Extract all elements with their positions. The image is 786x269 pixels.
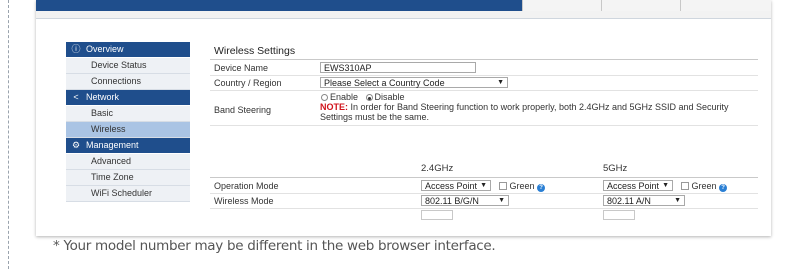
sidebar-item-connections[interactable]: Connections (66, 74, 190, 90)
sidebar-item-advanced[interactable]: Advanced (66, 154, 190, 170)
wireless-mode-24-cell: 802.11 B/G/N ▼ (421, 195, 509, 206)
next-row-partial (210, 209, 758, 223)
country-row: Country / Region Please Select a Country… (210, 76, 758, 91)
info-icon: ⓘ (71, 44, 81, 54)
green-5-label: Green (691, 181, 717, 191)
green-5-checkbox[interactable] (680, 182, 689, 190)
operation-mode-24-value: Access Point (425, 181, 478, 191)
note-text-line1: In order for Band Steering function to w… (348, 102, 729, 112)
enable-label: Enable (330, 92, 359, 102)
title-divider (210, 59, 758, 60)
green-24-checkbox[interactable] (498, 182, 507, 190)
wireless-mode-24-value: 802.11 B/G/N (425, 196, 479, 206)
column-header-5ghz: 5GHz (603, 163, 628, 174)
device-name-input[interactable]: EWS310AP (320, 62, 476, 73)
sidebar: ⓘ Overview Device Status Connections < N… (66, 42, 190, 202)
sidebar-section-network[interactable]: < Network (66, 90, 190, 106)
share-icon: < (73, 92, 79, 102)
table-divider (210, 177, 758, 178)
top-tab-3[interactable] (680, 0, 771, 11)
sidebar-section-label: Network (86, 92, 120, 102)
sidebar-item-basic[interactable]: Basic (66, 106, 190, 122)
operation-mode-row: Operation Mode Access Point ▼ Green ? Ac… (210, 179, 758, 194)
country-value-cell: Please Select a Country Code ▼ (320, 77, 508, 88)
device-name-row: Device Name EWS310AP (210, 61, 758, 76)
chevron-down-icon: ▼ (498, 197, 505, 204)
sidebar-item-time-zone[interactable]: Time Zone (66, 170, 190, 186)
band-steering-row: Band Steering Enable Disable NOTE: In or… (210, 91, 758, 126)
device-name-value-cell: EWS310AP (320, 62, 476, 73)
enable-option[interactable]: Enable (321, 92, 361, 102)
wireless-mode-row: Wireless Mode 802.11 B/G/N ▼ 802.11 A/N … (210, 194, 758, 209)
sidebar-section-management[interactable]: ⚙ Management (66, 138, 190, 154)
chevron-down-icon: ▼ (662, 182, 669, 189)
main-panel: ⓘ Overview Device Status Connections < N… (36, 19, 771, 236)
sidebar-item-wifi-scheduler[interactable]: WiFi Scheduler (66, 186, 190, 202)
partial-field-24[interactable] (421, 210, 453, 220)
wireless-mode-label: Wireless Mode (214, 196, 274, 206)
note-text-line2: Settings must be the same. (320, 112, 430, 122)
sidebar-item-wireless[interactable]: Wireless (66, 122, 190, 138)
column-header-24ghz: 2.4GHz (421, 163, 454, 174)
operation-mode-24-select[interactable]: Access Point ▼ (421, 180, 491, 191)
wireless-mode-5-select[interactable]: 802.11 A/N ▼ (603, 195, 685, 206)
top-navigation-bar (36, 0, 771, 11)
wireless-mode-5-value: 802.11 A/N (607, 196, 651, 206)
top-tab-2[interactable] (601, 0, 681, 11)
note-label: NOTE: (320, 102, 348, 112)
operation-mode-5-select[interactable]: Access Point ▼ (603, 180, 673, 191)
sidebar-section-overview[interactable]: ⓘ Overview (66, 42, 190, 58)
help-icon[interactable]: ? (719, 184, 728, 192)
help-icon[interactable]: ? (537, 184, 546, 192)
band-steering-label: Band Steering (214, 105, 272, 115)
device-name-label: Device Name (214, 63, 269, 73)
country-select-value: Please Select a Country Code (324, 78, 445, 88)
chevron-down-icon: ▼ (674, 197, 681, 204)
footnote: * Your model number may be different in … (53, 238, 496, 254)
chevron-down-icon: ▼ (497, 79, 504, 86)
disable-option[interactable]: Disable (365, 92, 405, 102)
chevron-down-icon: ▼ (480, 182, 487, 189)
sidebar-section-label: Management (86, 140, 139, 150)
disable-label: Disable (374, 92, 405, 102)
wireless-mode-5-cell: 802.11 A/N ▼ (603, 195, 685, 206)
page-title: Wireless Settings (214, 45, 296, 57)
green-24-label: Green (509, 181, 535, 191)
operation-mode-24-cell: Access Point ▼ Green ? (421, 180, 546, 192)
country-select[interactable]: Please Select a Country Code ▼ (320, 77, 508, 88)
web-interface-screenshot: ⓘ Overview Device Status Connections < N… (36, 0, 771, 236)
settings-content: Wireless Settings Device Name EWS310AP C… (210, 19, 766, 236)
operation-mode-5-cell: Access Point ▼ Green ? (603, 180, 728, 192)
disable-radio[interactable] (365, 94, 373, 101)
operation-mode-label: Operation Mode (214, 181, 279, 191)
band-steering-value-cell: Enable Disable NOTE: In order for Band S… (320, 92, 760, 122)
sidebar-section-label: Overview (86, 44, 124, 54)
wireless-mode-24-select[interactable]: 802.11 B/G/N ▼ (421, 195, 509, 206)
top-tab-1[interactable] (522, 0, 602, 11)
enable-radio[interactable] (321, 94, 328, 101)
sidebar-item-device-status[interactable]: Device Status (66, 58, 190, 74)
operation-mode-5-value: Access Point (607, 181, 660, 191)
page-margin-dashed-line (8, 0, 9, 269)
gear-icon: ⚙ (71, 140, 81, 150)
partial-field-5[interactable] (603, 210, 635, 220)
country-label: Country / Region (214, 78, 282, 88)
